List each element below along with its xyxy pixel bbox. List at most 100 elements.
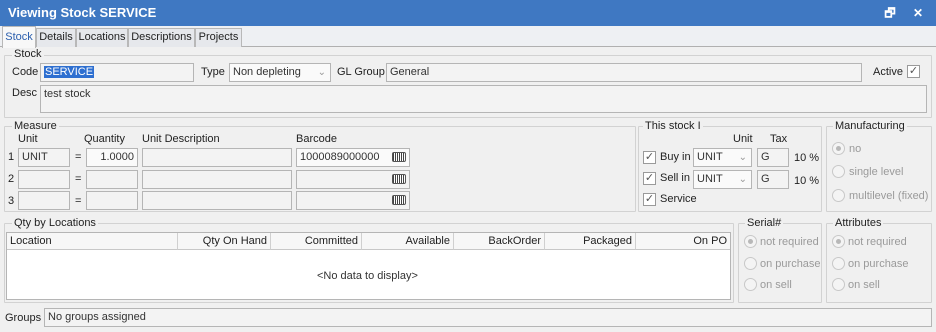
barcode-icon[interactable] [392, 195, 406, 205]
active-label: Active [873, 66, 903, 78]
measure-row-number: 3 [8, 195, 15, 207]
unit-description-field[interactable] [142, 170, 292, 189]
unit-field[interactable] [18, 191, 70, 210]
chevron-down-icon: ⌄ [738, 174, 747, 185]
active-checkbox[interactable]: ✓ [907, 65, 920, 78]
measure-row-number: 1 [8, 151, 15, 163]
type-value: Non depleting [233, 66, 301, 78]
close-icon[interactable]: ✕ [910, 6, 926, 20]
unit-field[interactable]: UNIT [18, 148, 70, 167]
measure-group-label: Measure [12, 120, 59, 132]
measure-row-number: 2 [8, 173, 15, 185]
chevron-down-icon: ⌄ [738, 152, 747, 163]
barcode-header: Barcode [296, 133, 337, 145]
attributes-not-required-label: not required [848, 236, 907, 248]
unit-header: Unit [18, 133, 38, 145]
attributes-group-label: Attributes [833, 217, 884, 229]
sell-in-unit-select[interactable]: UNIT ⌄ [693, 170, 752, 189]
unit-description-field[interactable] [142, 148, 292, 167]
sell-in-tax-rate: 10 % [794, 175, 820, 187]
tab-details[interactable]: Details [36, 28, 76, 47]
equals-sign: = [75, 195, 82, 207]
empty-grid-message: <No data to display> [317, 270, 418, 282]
qty-by-locations-grid[interactable]: Location Qty On Hand Committed Available… [6, 232, 731, 300]
qty-by-locations-label: Qty by Locations [12, 217, 98, 229]
attributes-on-sell-label: on sell [848, 279, 880, 291]
service-label: Service [660, 193, 697, 205]
sell-in-tax-field[interactable]: G [757, 170, 789, 189]
buy-in-tax-rate: 10 % [794, 152, 820, 164]
buy-in-unit-select[interactable]: UNIT ⌄ [693, 148, 752, 167]
serial-on-purchase-radio[interactable] [744, 257, 757, 270]
column-header-qty-on-hand[interactable]: Qty On Hand [178, 233, 271, 250]
serial-group-label: Serial# [745, 217, 784, 229]
column-header-location[interactable]: Location [7, 233, 178, 250]
stock-group-label: Stock [12, 48, 44, 60]
tab-strip: Stock Details Locations Descriptions Pro… [0, 26, 936, 48]
serial-on-sell-radio[interactable] [744, 278, 757, 291]
manufacturing-no-label: no [849, 143, 862, 155]
chevron-down-icon: ⌄ [317, 67, 326, 78]
groups-field[interactable]: No groups assigned [44, 308, 932, 327]
type-select[interactable]: Non depleting ⌄ [229, 63, 331, 82]
buy-in-unit-value: UNIT [697, 151, 723, 163]
tab-descriptions[interactable]: Descriptions [128, 28, 195, 47]
attributes-not-required-radio[interactable] [832, 235, 845, 248]
manufacturing-multilevel-label: multilevel (fixed) [849, 190, 929, 202]
code-value: SERVICE [44, 66, 95, 78]
barcode-icon[interactable] [392, 152, 406, 162]
serial-on-sell-label: on sell [760, 279, 792, 291]
barcode-icon[interactable] [392, 174, 406, 184]
buy-in-label: Buy in [660, 151, 691, 163]
column-header-backorder[interactable]: BackOrder [454, 233, 545, 250]
code-label: Code [12, 66, 39, 78]
quantity-header: Quantity [84, 133, 125, 145]
service-checkbox[interactable]: ✓ [643, 193, 656, 206]
quantity-field[interactable]: 1.0000 [86, 148, 138, 167]
barcode-field[interactable] [296, 170, 410, 189]
manufacturing-single-level-radio[interactable] [832, 165, 845, 178]
manufacturing-multilevel-radio[interactable] [832, 189, 845, 202]
quantity-field[interactable] [86, 191, 138, 210]
type-label: Type [201, 66, 225, 78]
tab-stock[interactable]: Stock [2, 26, 36, 48]
attributes-on-purchase-radio[interactable] [832, 257, 845, 270]
this-stock-unit-header: Unit [733, 133, 753, 145]
desc-field[interactable]: test stock [40, 85, 927, 113]
column-header-on-po[interactable]: On PO [636, 233, 730, 250]
gl-group-label: GL Group [337, 66, 385, 78]
column-header-committed[interactable]: Committed [271, 233, 362, 250]
barcode-value: 1000089000000 [300, 151, 380, 163]
sell-in-unit-value: UNIT [697, 173, 723, 185]
sell-in-checkbox[interactable]: ✓ [643, 172, 656, 185]
unit-description-field[interactable] [142, 191, 292, 210]
column-header-packaged[interactable]: Packaged [545, 233, 636, 250]
sell-in-label: Sell in [660, 172, 690, 184]
window-title: Viewing Stock SERVICE [8, 5, 157, 20]
serial-not-required-radio[interactable] [744, 235, 757, 248]
buy-in-checkbox[interactable]: ✓ [643, 151, 656, 164]
equals-sign: = [75, 173, 82, 185]
quantity-field[interactable] [86, 170, 138, 189]
desc-label: Desc [12, 87, 38, 99]
barcode-field[interactable]: 1000089000000 [296, 148, 410, 167]
buy-in-tax-field[interactable]: G [757, 148, 789, 167]
gl-group-field[interactable]: General [386, 63, 862, 82]
code-field[interactable]: SERVICE [40, 63, 194, 82]
unit-description-header: Unit Description [142, 133, 220, 145]
manufacturing-no-radio[interactable] [832, 142, 845, 155]
tab-projects[interactable]: Projects [195, 28, 242, 47]
title-bar: Viewing Stock SERVICE 🗗 ✕ [0, 0, 936, 26]
manufacturing-group-label: Manufacturing [833, 120, 907, 132]
groups-label: Groups [5, 312, 42, 324]
unit-field[interactable] [18, 170, 70, 189]
tab-locations[interactable]: Locations [76, 28, 128, 47]
attributes-on-sell-radio[interactable] [832, 278, 845, 291]
serial-on-purchase-label: on purchase [760, 258, 821, 270]
equals-sign: = [75, 151, 82, 163]
restore-icon[interactable]: 🗗 [882, 6, 898, 20]
attributes-on-purchase-label: on purchase [848, 258, 909, 270]
column-header-available[interactable]: Available [362, 233, 454, 250]
barcode-field[interactable] [296, 191, 410, 210]
this-stock-group-label: This stock I [643, 120, 703, 132]
